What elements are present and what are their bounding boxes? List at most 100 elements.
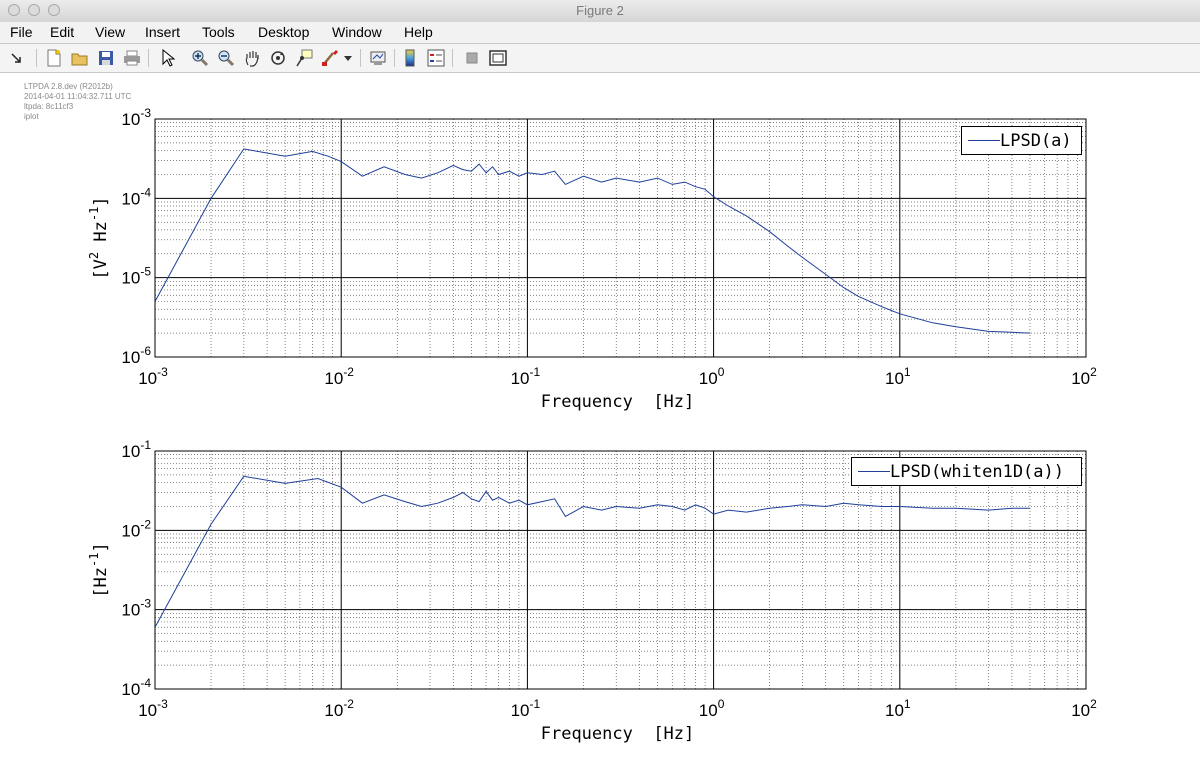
y-tick-base: 10 [121,521,140,540]
y-tick-exponent: -4 [140,185,151,199]
legend-top-label: LPSD(a) [1000,131,1072,151]
y-tick-label: 10-2 [121,517,151,540]
y-tick-base: 10 [121,189,140,208]
y-tick-label: 10-6 [121,344,151,367]
y-label-superscript: -1 [87,207,101,221]
rotate-3d-icon[interactable] [268,48,288,68]
y-label-part: [Hz [91,567,111,598]
x-axis-label: Frequency [Hz] [541,392,695,412]
x-tick-base: 10 [1071,701,1090,720]
open-file-icon[interactable] [70,48,90,68]
y-tick-label: 10-5 [121,265,151,288]
y-label-part: ] [91,196,111,206]
x-tick-label: 101 [885,697,911,720]
plot-area [155,451,1086,689]
y-tick-base: 10 [121,348,140,367]
save-icon[interactable] [96,48,116,68]
x-tick-base: 10 [885,701,904,720]
x-tick-label: 10-1 [511,697,541,720]
x-tick-label: 10-2 [324,697,354,720]
pan-hand-icon[interactable] [242,48,262,68]
colorbar-icon[interactable] [400,48,420,68]
new-figure-icon[interactable] [44,48,64,68]
legend-top[interactable]: LPSD(a) [961,126,1082,155]
print-icon[interactable] [122,48,142,68]
y-axis-label: [V2 Hz-1] [87,196,111,279]
x-tick-label: 102 [1071,365,1097,388]
hide-plot-tools-icon[interactable] [462,48,482,68]
y-tick-exponent: -3 [140,597,151,611]
x-tick-label: 100 [699,365,725,388]
x-tick-base: 10 [138,701,157,720]
x-tick-exponent: -2 [343,697,354,711]
x-tick-exponent: 0 [718,365,725,379]
x-tick-base: 10 [699,369,718,388]
y-label-part: [V [91,259,111,279]
x-tick-base: 10 [885,369,904,388]
y-tick-label: 10-4 [121,185,151,208]
menu-desktop[interactable]: Desktop [258,24,309,40]
x-tick-exponent: 1 [904,697,911,711]
legend-bottom-label: LPSD(whiten1D(a)) [890,462,1064,482]
zoom-in-icon[interactable] [190,48,210,68]
x-tick-base: 10 [1071,369,1090,388]
show-plot-tools-icon[interactable] [488,48,508,68]
menu-bar: File Edit View Insert Tools Desktop Wind… [0,22,1200,44]
x-tick-exponent: -1 [530,697,541,711]
x-tick-base: 10 [324,701,343,720]
y-tick-label: 10-4 [121,676,151,699]
x-tick-base: 10 [138,369,157,388]
x-tick-label: 10-1 [511,365,541,388]
x-tick-base: 10 [324,369,343,388]
x-tick-label: 102 [1071,697,1097,720]
x-tick-exponent: -1 [530,365,541,379]
y-tick-base: 10 [121,269,140,288]
y-tick-exponent: -2 [140,517,151,531]
y-tick-exponent: -4 [140,676,151,690]
window-titlebar: Figure 2 [0,0,1200,23]
menu-edit[interactable]: Edit [50,24,74,40]
x-tick-label: 10-3 [138,365,168,388]
x-axis-label: Frequency [Hz] [541,724,695,744]
y-tick-exponent: -1 [140,438,151,452]
x-tick-exponent: -3 [157,365,168,379]
chart-0: 10-3 10-2 10-1 100 101 10210-610-510-410-3Fre… [87,106,1097,412]
x-tick-base: 10 [511,369,530,388]
y-tick-label: 10-3 [121,106,151,129]
x-tick-label: 101 [885,365,911,388]
select-arrow-icon[interactable] [158,48,178,68]
figure-canvas: 10-3 10-2 10-1 100 101 10210-610-510-410-3Fre… [87,106,1097,744]
y-tick-label: 10-3 [121,597,151,620]
x-tick-label: 10-2 [324,365,354,388]
legend-icon[interactable] [426,48,446,68]
menu-tools[interactable]: Tools [202,24,235,40]
brush-dropdown-icon[interactable] [341,48,355,68]
legend-bottom[interactable]: LPSD(whiten1D(a)) [851,457,1082,486]
x-tick-exponent: -3 [157,697,168,711]
y-label-part: Hz [91,221,111,252]
link-plot-icon[interactable] [368,48,388,68]
y-tick-exponent: -6 [140,344,151,358]
y-label-part: ] [91,542,111,552]
pointer-arrow-icon[interactable] [6,48,26,68]
x-tick-label: 100 [699,697,725,720]
y-tick-base: 10 [121,110,140,129]
x-tick-base: 10 [511,701,530,720]
zoom-out-icon[interactable] [216,48,236,68]
y-tick-exponent: -3 [140,106,151,120]
x-tick-exponent: -2 [343,365,354,379]
x-tick-base: 10 [699,701,718,720]
menu-file[interactable]: File [10,24,33,40]
y-tick-base: 10 [121,442,140,461]
menu-help[interactable]: Help [404,24,433,40]
menu-insert[interactable]: Insert [145,24,180,40]
x-tick-label: 10-3 [138,697,168,720]
data-cursor-icon[interactable] [294,48,314,68]
y-label-superscript: 2 [87,252,101,259]
legend-bottom-line [858,471,890,472]
menu-view[interactable]: View [95,24,125,40]
y-tick-label: 10-1 [121,438,151,461]
menu-window[interactable]: Window [332,24,382,40]
brush-icon[interactable] [320,48,340,68]
window-title: Figure 2 [576,3,624,18]
